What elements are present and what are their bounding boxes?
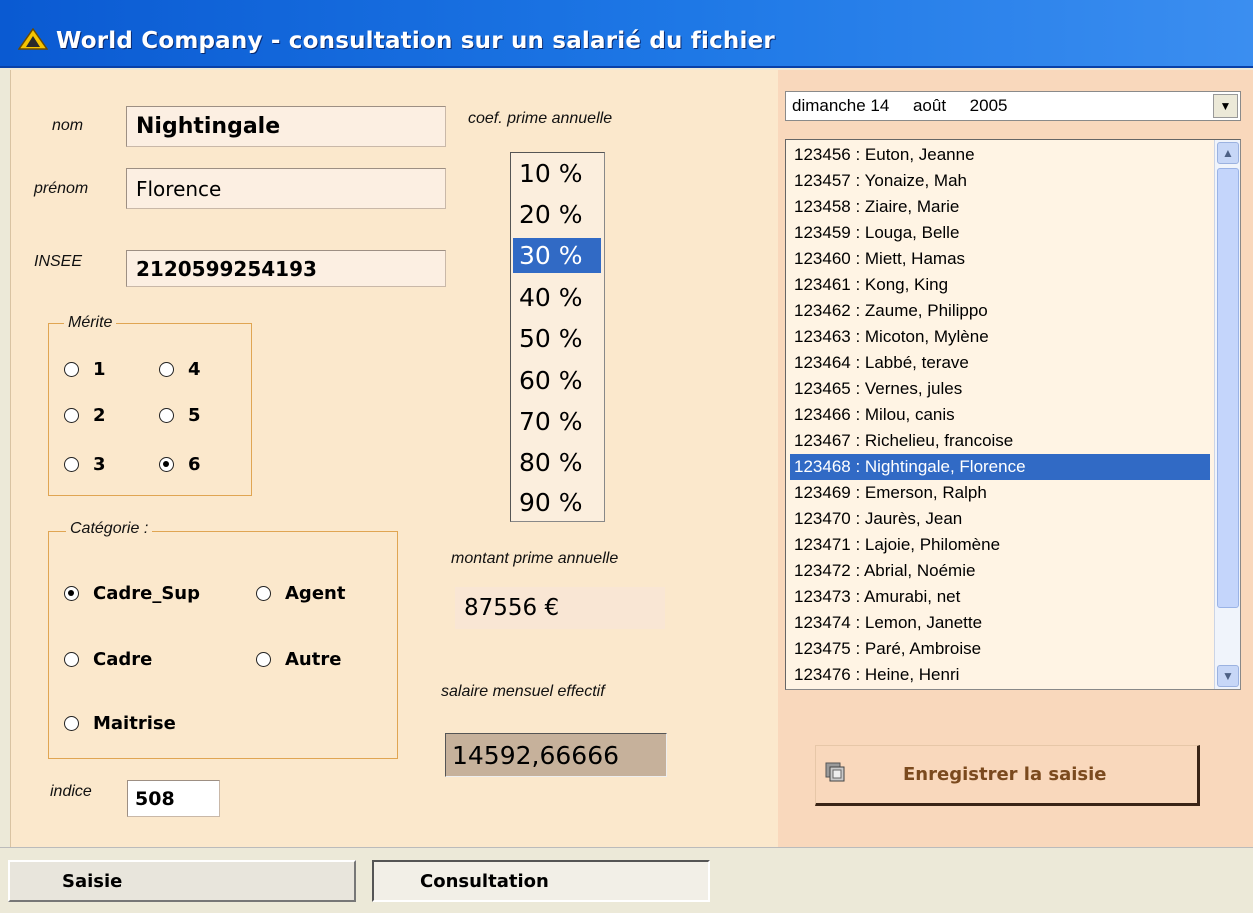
radio-circle-icon [256,586,271,601]
salaire-mensuel-label: salaire mensuel effectif [441,683,605,700]
list-item[interactable]: 123462 : Zaume, Philippo [790,298,1210,324]
montant-prime-label: montant prime annuelle [451,550,619,567]
prenom-field[interactable]: Florence [126,168,446,209]
list-item[interactable]: 123458 : Ziaire, Marie [790,194,1210,220]
date-combo-value: dimanche 14 août 2005 [792,96,1008,115]
montant-prime-value: 87556 € [455,587,665,629]
title-bar[interactable]: World Company - consultation sur un sala… [0,0,1253,68]
employee-list[interactable]: 123456 : Euton, Jeanne 123457 : Yonaize,… [785,139,1241,690]
radio-checked-icon [64,586,79,601]
list-item[interactable]: 123456 : Euton, Jeanne [790,142,1210,168]
merite-radio-4[interactable]: 4 [159,359,201,380]
scroll-up-icon[interactable]: ▲ [1217,142,1239,164]
list-item[interactable]: 123466 : Milou, canis [790,402,1210,428]
list-item[interactable]: 123471 : Lajoie, Philomène [790,532,1210,558]
window-title: World Company - consultation sur un sala… [56,28,775,54]
nom-label: nom [52,117,84,134]
coef-option-80[interactable]: 80 % [513,445,601,480]
categorie-radio-autre[interactable]: Autre [256,649,341,670]
scroll-down-icon[interactable]: ▼ [1217,665,1239,687]
tab-consultation[interactable]: Consultation [372,860,710,902]
merite-radio-1[interactable]: 1 [64,359,106,380]
app-logo-icon [18,28,48,50]
save-copy-icon [825,762,845,782]
coef-prime-label: coef. prime annuelle [468,110,613,127]
categorie-radio-cadre-sup[interactable]: Cadre_Sup [64,583,244,604]
radio-circle-icon [64,457,79,472]
categorie-legend: Catégorie : [66,520,153,538]
save-button[interactable]: Enregistrer la saisie [815,745,1200,806]
merite-radio-5[interactable]: 5 [159,405,201,426]
chevron-down-icon[interactable]: ▼ [1213,94,1238,118]
coef-option-50[interactable]: 50 % [513,321,601,356]
coef-option-70[interactable]: 70 % [513,404,601,439]
list-item[interactable]: 123459 : Louga, Belle [790,220,1210,246]
coef-option-90[interactable]: 90 % [513,485,601,520]
insee-label: INSEE [34,253,83,270]
radio-circle-icon [159,408,174,423]
insee-field[interactable]: 2120599254193 [126,250,446,287]
merite-radio-2[interactable]: 2 [64,405,106,426]
coef-option-60[interactable]: 60 % [513,363,601,398]
save-button-label: Enregistrer la saisie [903,764,1107,785]
list-item[interactable]: 123469 : Emerson, Ralph [790,480,1210,506]
list-item[interactable]: 123463 : Micoton, Mylène [790,324,1210,350]
list-item[interactable]: 123474 : Lemon, Janette [790,610,1210,636]
list-item[interactable]: 123476 : Heine, Henri [790,662,1210,688]
radio-checked-icon [159,457,174,472]
salaire-mensuel-value: 14592,66666 [445,733,667,777]
merite-legend: Mérite [64,314,117,332]
radio-circle-icon [64,652,79,667]
radio-circle-icon [256,652,271,667]
coef-option-20[interactable]: 20 % [513,197,601,232]
indice-label: indice [50,783,92,800]
radio-circle-icon [64,716,79,731]
coef-option-40[interactable]: 40 % [513,280,601,315]
coef-prime-list[interactable]: 10 % 20 % 30 % 40 % 50 % 60 % 70 % 80 % … [510,152,605,522]
list-item[interactable]: 123461 : Kong, King [790,272,1210,298]
list-item[interactable]: 123460 : Miett, Hamas [790,246,1210,272]
radio-circle-icon [64,362,79,377]
indice-field[interactable]: 508 [127,780,220,817]
coef-option-30[interactable]: 30 % [513,238,601,273]
merite-radio-3[interactable]: 3 [64,454,106,475]
tab-bar: Saisie Consultation [0,847,1253,913]
list-item[interactable]: 123475 : Paré, Ambroise [790,636,1210,662]
categorie-radio-cadre[interactable]: Cadre [64,649,152,670]
tab-saisie[interactable]: Saisie [8,860,356,902]
list-item[interactable]: 123472 : Abrial, Noémie [790,558,1210,584]
list-item[interactable]: 123457 : Yonaize, Mah [790,168,1210,194]
merite-radio-6[interactable]: 6 [159,454,201,475]
date-combo[interactable]: dimanche 14 août 2005 ▼ [785,91,1241,121]
radio-circle-icon [159,362,174,377]
radio-circle-icon [64,408,79,423]
list-item[interactable]: 123470 : Jaurès, Jean [790,506,1210,532]
scroll-thumb[interactable] [1217,168,1239,608]
list-item[interactable]: 123465 : Vernes, jules [790,376,1210,402]
list-scrollbar[interactable]: ▲ ▼ [1214,140,1240,689]
categorie-radio-maitrise[interactable]: Maitrise [64,713,176,734]
nom-field[interactable]: Nightingale [126,106,446,147]
categorie-radio-agent[interactable]: Agent [256,583,345,604]
list-item[interactable]: 123473 : Amurabi, net [790,584,1210,610]
list-item-selected[interactable]: 123468 : Nightingale, Florence [790,454,1210,480]
list-item[interactable]: 123467 : Richelieu, francoise [790,428,1210,454]
coef-option-10[interactable]: 10 % [513,156,601,191]
list-item[interactable]: 123464 : Labbé, terave [790,350,1210,376]
prenom-label: prénom [34,180,89,197]
